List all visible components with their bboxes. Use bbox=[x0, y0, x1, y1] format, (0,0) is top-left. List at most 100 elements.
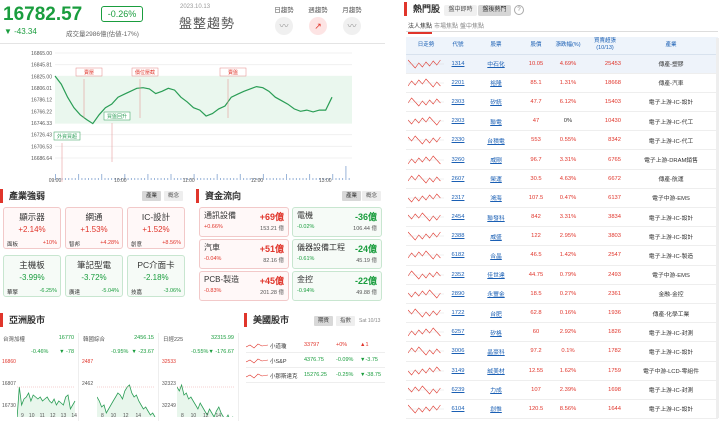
money-flow-item[interactable]: 汽車 +51億 -0.04% 82.16 億 bbox=[199, 239, 289, 269]
stock-code[interactable]: 3006 bbox=[446, 341, 470, 362]
table-row[interactable]: 2890 永豐金 18.5 0.27% 2361 金融-金控 bbox=[406, 284, 718, 304]
us-market-row[interactable]: 小S&P 4376.75 -0.09% ▼-3.75 bbox=[246, 354, 385, 368]
stock-code[interactable]: 2352 bbox=[446, 265, 470, 285]
us-market-row[interactable]: 小道瓊 33797 +0% ▲1 bbox=[246, 339, 385, 353]
table-row[interactable]: 2388 威盛 122 2.95% 3803 電子上游-IC-設計 bbox=[406, 226, 718, 247]
stock-name[interactable]: 威剛 bbox=[470, 149, 522, 170]
table-row[interactable]: 3149 誠美材 12.55 1.62% 1759 電子中游-LCD-零組件 bbox=[406, 361, 718, 381]
tab-intraday[interactable]: 盤中即時 bbox=[444, 5, 477, 16]
stock-code[interactable]: 2454 bbox=[446, 207, 470, 228]
table-row[interactable]: 6257 矽格 60 2.92% 1826 電子上游-IC-封測 bbox=[406, 322, 718, 343]
stock-name[interactable]: 佳世達 bbox=[470, 265, 522, 285]
table-row[interactable]: 6239 力成 107 2.39% 1698 電子上游-IC-封測 bbox=[406, 380, 718, 400]
table-row[interactable]: 2201 裕隆 85.1 1.31% 18668 傳產-汽車 bbox=[406, 73, 718, 93]
stock-name[interactable]: 鴻海 bbox=[470, 188, 522, 209]
stock-code[interactable]: 2388 bbox=[446, 226, 470, 247]
industry-card[interactable]: 網通 +1.53% 智邦 +4.28% bbox=[65, 207, 123, 249]
scrollbar[interactable] bbox=[716, 38, 719, 418]
weekly-trend-button[interactable]: 週趨勢 ↗ bbox=[300, 4, 336, 35]
table-row[interactable]: 2352 佳世達 44.75 0.79% 2493 電子中游-EMS bbox=[406, 265, 718, 285]
column-header[interactable]: 買賣超張 (10/13) bbox=[586, 37, 624, 55]
stock-name[interactable]: 晶豪科 bbox=[470, 341, 522, 362]
stock-name[interactable]: 威盛 bbox=[470, 226, 522, 247]
stock-code[interactable]: 2201 bbox=[446, 73, 470, 93]
asia-market-card[interactable]: 韓國綜合 2456.15 -0.95% ▼ -23.67 2487 2462 8 10 12 14 bbox=[81, 333, 159, 421]
column-header[interactable]: 日走勢 bbox=[406, 37, 446, 55]
stock-name[interactable]: 矽格 bbox=[470, 322, 522, 343]
industry-card[interactable]: 主機板 -3.99% 華擎 -6.25% bbox=[3, 255, 61, 297]
asia-market-card[interactable]: 日經225 32315.99 -0.55% ▼ -176.67 32533 32323 32… bbox=[161, 333, 239, 421]
industry-card[interactable]: PC介面卡 -2.18% 技嘉 -3.06% bbox=[127, 255, 185, 297]
table-row[interactable]: 2330 台積電 553 0.55% 8342 電子上游-IC-代工 bbox=[406, 130, 718, 151]
stock-name[interactable]: 裕隆 bbox=[470, 73, 522, 93]
stock-code[interactable]: 3149 bbox=[446, 361, 470, 381]
stock-code[interactable]: 6257 bbox=[446, 322, 470, 343]
market-pct: -0.95% bbox=[111, 349, 129, 355]
table-row[interactable]: 2454 聯發科 842 3.31% 3834 電子上游-IC-設計 bbox=[406, 207, 718, 228]
stock-name[interactable]: 榮運 bbox=[470, 169, 522, 189]
stock-name[interactable]: 中石化 bbox=[470, 54, 522, 74]
table-row[interactable]: 3006 晶豪科 97.2 0.1% 1782 電子上游-IC-設計 bbox=[406, 341, 718, 362]
money-flow-item[interactable]: 金控 -22億 -0.94% 49.88 億 bbox=[292, 271, 382, 301]
money-flow-item[interactable]: 通訊設備 +69億 +0.66% 153.21 億 bbox=[199, 207, 289, 237]
stock-code[interactable]: 3260 bbox=[446, 149, 470, 170]
money-flow-item[interactable]: PCB-製造 +45億 -0.83% 201.28 億 bbox=[199, 271, 289, 301]
table-row[interactable]: 1722 台肥 62.8 0.16% 1936 傳產-化學工業 bbox=[406, 303, 718, 324]
stock-name[interactable]: 創惟 bbox=[470, 399, 522, 420]
tab-after-hours[interactable]: 盤後熱門 bbox=[478, 5, 511, 16]
stock-code[interactable]: 2303 bbox=[446, 92, 470, 113]
stock-name[interactable]: 台積電 bbox=[470, 130, 522, 151]
table-row[interactable]: 2607 榮運 30.5 4.63% 6672 傳產-航運 bbox=[406, 169, 718, 189]
column-header[interactable]: 代號 bbox=[446, 37, 470, 55]
stock-code[interactable]: 2317 bbox=[446, 188, 470, 209]
column-header[interactable]: 股票 bbox=[470, 37, 522, 55]
industry-card[interactable]: IC-設計 +1.52% 創意 +8.56% bbox=[127, 207, 185, 249]
money-flow-item[interactable]: 電機 -36億 -0.02% 106.44 億 bbox=[292, 207, 382, 237]
stock-code[interactable]: 2607 bbox=[446, 169, 470, 189]
stock-name[interactable]: 力成 bbox=[470, 380, 522, 400]
subtab-intraday[interactable]: 盤中焦點 bbox=[460, 21, 484, 30]
stock-code[interactable]: 1314 bbox=[446, 54, 470, 74]
stock-name[interactable]: 合晶 bbox=[470, 245, 522, 266]
tab-concept[interactable]: 概念 bbox=[362, 191, 382, 201]
tab-futures[interactable]: 期貨 bbox=[314, 316, 334, 326]
stock-name[interactable]: 聯電 bbox=[470, 111, 522, 132]
column-header[interactable]: 產業 bbox=[624, 37, 718, 55]
industry-card[interactable]: 顯示器 +2.14% 面板 +10% bbox=[3, 207, 61, 249]
subtab-market[interactable]: 市場焦點 bbox=[434, 21, 458, 30]
tab-industry[interactable]: 產業 bbox=[142, 191, 162, 201]
table-row[interactable]: 3260 威剛 96.7 3.31% 6765 電子上游-DRAM銷售 bbox=[406, 149, 718, 170]
stock-code[interactable]: 6239 bbox=[446, 380, 470, 400]
table-row[interactable]: 1314 中石化 10.05 4.69% 25453 傳產-塑膠 bbox=[406, 54, 718, 74]
help-icon[interactable]: ? bbox=[514, 5, 524, 15]
stock-code[interactable]: 2890 bbox=[446, 284, 470, 304]
daily-trend-button[interactable]: 日趨勢 〰 bbox=[266, 4, 302, 35]
tab-index[interactable]: 指數 bbox=[336, 316, 356, 326]
stock-code[interactable]: 6104 bbox=[446, 399, 470, 420]
table-row[interactable]: 6104 創惟 120.5 8.56% 1644 電子上游-IC-設計 bbox=[406, 399, 718, 420]
table-row[interactable]: 2317 鴻海 107.5 0.47% 6137 電子中游-EMS bbox=[406, 188, 718, 209]
stock-name[interactable]: 台肥 bbox=[470, 303, 522, 324]
industry-card[interactable]: 筆記型電 -3.72% 廣達 -5.04% bbox=[65, 255, 123, 297]
table-row[interactable]: 2303 聯電 47 0% 10430 電子上游-IC-代工 bbox=[406, 111, 718, 132]
table-row[interactable]: 2303 矽統 47.7 6.12% 15403 電子上游-IC-設計 bbox=[406, 92, 718, 113]
column-header[interactable]: 漲跌幅(%) bbox=[550, 37, 586, 55]
tab-concept[interactable]: 概念 bbox=[164, 191, 184, 201]
column-header[interactable]: 股價 bbox=[522, 37, 550, 55]
us-market-row[interactable]: 小那斯達克 15276.25 -0.25% ▼-38.75 bbox=[246, 369, 385, 383]
asia-market-card[interactable]: 台灣加權 16770 -0.46% ▼ -78 16860 16807 16730 9 10 11… bbox=[1, 333, 79, 421]
monthly-trend-button[interactable]: 月趨勢 〰 bbox=[334, 4, 370, 35]
stock-code[interactable]: 2303 bbox=[446, 111, 470, 132]
stock-code[interactable]: 6182 bbox=[446, 245, 470, 266]
intraday-chart[interactable]: 16865.00 16845.81 16825.00 16806.01 16786.12… bbox=[0, 45, 385, 186]
money-flow-item[interactable]: 儀器設備工程 -24億 -0.61% 45.19 億 bbox=[292, 239, 382, 269]
tab-industry[interactable]: 產業 bbox=[342, 191, 362, 201]
stock-name[interactable]: 永豐金 bbox=[470, 284, 522, 304]
stock-name[interactable]: 誠美材 bbox=[470, 361, 522, 381]
stock-name[interactable]: 聯發科 bbox=[470, 207, 522, 228]
subtab-institutional[interactable]: 法人焦點 bbox=[408, 21, 433, 34]
stock-code[interactable]: 2330 bbox=[446, 130, 470, 151]
stock-code[interactable]: 1722 bbox=[446, 303, 470, 324]
table-row[interactable]: 6182 合晶 46.5 1.42% 2547 電子上游-IC-製造 bbox=[406, 245, 718, 266]
stock-name[interactable]: 矽統 bbox=[470, 92, 522, 113]
